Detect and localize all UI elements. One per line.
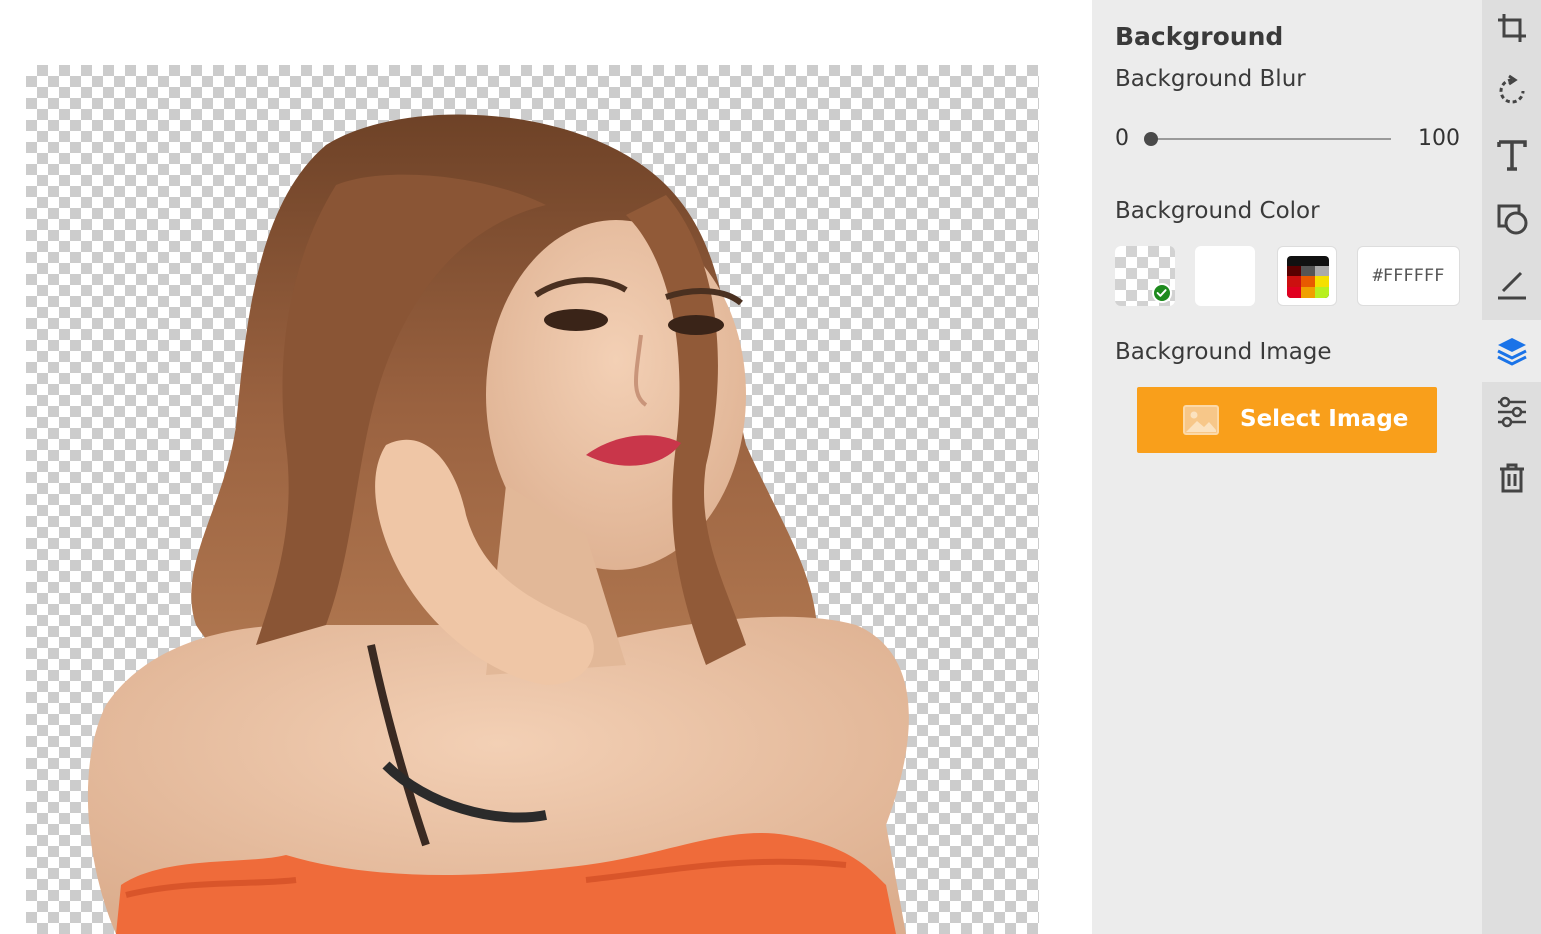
image-icon <box>1183 405 1219 435</box>
right-toolbar <box>1482 0 1541 934</box>
color-swatches <box>1115 246 1460 306</box>
rotate-icon <box>1499 74 1524 104</box>
blur-label: Background Blur <box>1115 66 1306 92</box>
subject-photo <box>87 114 909 934</box>
tool-rotate[interactable] <box>1482 60 1541 122</box>
blur-slider-row: 0 100 <box>1115 124 1460 158</box>
delete-icon <box>1499 463 1524 493</box>
swatch-transparent[interactable] <box>1115 246 1175 306</box>
tool-draw[interactable] <box>1482 253 1541 315</box>
background-panel: Background Background Blur 0 100 Backgro… <box>1092 0 1482 934</box>
tool-layers[interactable] <box>1482 320 1541 382</box>
blur-slider-handle[interactable] <box>1144 132 1158 146</box>
canvas-area <box>0 0 1092 934</box>
tool-delete[interactable] <box>1482 447 1541 509</box>
tool-shapes[interactable] <box>1482 188 1541 250</box>
adjust-icon <box>1497 396 1526 428</box>
text-icon <box>1496 140 1527 171</box>
blur-slider[interactable] <box>1151 138 1391 140</box>
select-image-button[interactable]: Select Image <box>1137 387 1437 453</box>
hex-color-input[interactable] <box>1357 246 1460 306</box>
color-picker-button[interactable] <box>1277 246 1337 306</box>
tool-text[interactable] <box>1482 124 1541 186</box>
blur-max-label: 100 <box>1418 126 1460 151</box>
color-label: Background Color <box>1115 198 1320 224</box>
tool-crop[interactable] <box>1482 0 1541 59</box>
blur-min-label: 0 <box>1115 126 1129 151</box>
layers-icon <box>1496 338 1527 366</box>
panel-title: Background <box>1115 22 1284 51</box>
shapes-icon <box>1497 204 1527 235</box>
tool-adjust[interactable] <box>1482 381 1541 443</box>
select-image-label: Select Image <box>1240 406 1409 432</box>
editor-app: Background Background Blur 0 100 Backgro… <box>0 0 1541 934</box>
swatch-white[interactable] <box>1195 246 1255 306</box>
image-label: Background Image <box>1115 339 1332 365</box>
image-canvas[interactable] <box>26 65 1039 934</box>
selected-check-icon <box>1152 283 1172 303</box>
draw-icon <box>1497 271 1526 300</box>
crop-icon <box>1497 14 1526 42</box>
color-palette-icon <box>1287 256 1329 298</box>
